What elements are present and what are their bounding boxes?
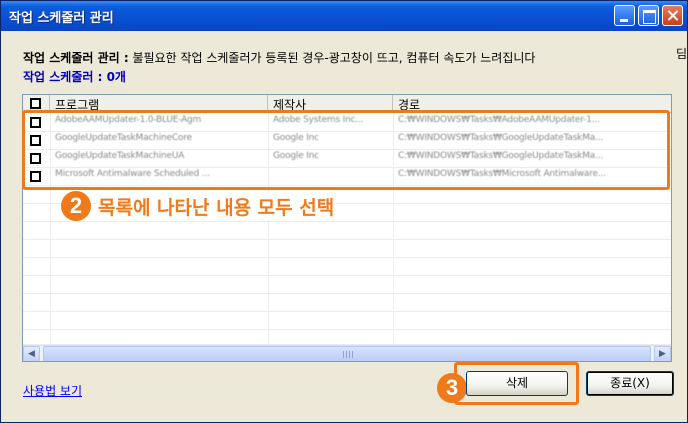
minimize-icon[interactable] bbox=[614, 5, 635, 26]
empty-row bbox=[23, 312, 671, 330]
info-description: 불필요한 작업 스케줄러가 등록된 경우-광고창이 뜨고, 컴퓨터 속도가 느려… bbox=[132, 51, 536, 65]
step2-instruction: 목록에 나타난 내용 모두 선택 bbox=[96, 193, 337, 220]
title-bar[interactable]: 작업 스케줄러 관리 bbox=[1, 1, 687, 31]
empty-row bbox=[23, 258, 671, 276]
info-line: 작업 스케줄러 관리 : 불필요한 작업 스케줄러가 등록된 경우-광고창이 뜨… bbox=[23, 49, 535, 66]
close-icon[interactable] bbox=[662, 5, 683, 26]
step2-badge: 2 bbox=[61, 191, 91, 221]
delete-button[interactable]: 삭제 bbox=[466, 371, 568, 396]
horizontal-scrollbar[interactable]: ◀ ▶ bbox=[23, 345, 671, 361]
scroll-left-icon[interactable]: ◀ bbox=[23, 346, 40, 361]
window-title: 작업 스케줄러 관리 bbox=[9, 11, 114, 26]
task-count: 작업 스케줄러 : 0개 bbox=[23, 70, 126, 84]
scroll-right-icon[interactable]: ▶ bbox=[654, 346, 671, 361]
scroll-thumb[interactable] bbox=[43, 346, 651, 361]
usage-guide-link[interactable]: 사용법 보기 bbox=[23, 382, 82, 399]
grip-icon bbox=[343, 351, 353, 358]
empty-row bbox=[23, 240, 671, 258]
exit-button[interactable]: 종료(X) bbox=[586, 371, 674, 396]
empty-row bbox=[23, 294, 671, 312]
edge-glyph: 딤 bbox=[676, 47, 688, 61]
select-all-checkbox[interactable] bbox=[30, 98, 41, 109]
empty-row bbox=[23, 276, 671, 294]
maximize-icon[interactable] bbox=[638, 5, 659, 26]
step3-badge: 3 bbox=[437, 373, 467, 403]
info-label: 작업 스케줄러 관리 : bbox=[23, 51, 129, 65]
scheduler-window: 작업 스케줄러 관리 작업 스케줄러 관리 : 불필요한 작업 스케줄러가 등록… bbox=[0, 0, 688, 423]
annotation-rows-highlight bbox=[22, 110, 670, 190]
empty-row bbox=[23, 330, 671, 345]
empty-row bbox=[23, 222, 671, 240]
